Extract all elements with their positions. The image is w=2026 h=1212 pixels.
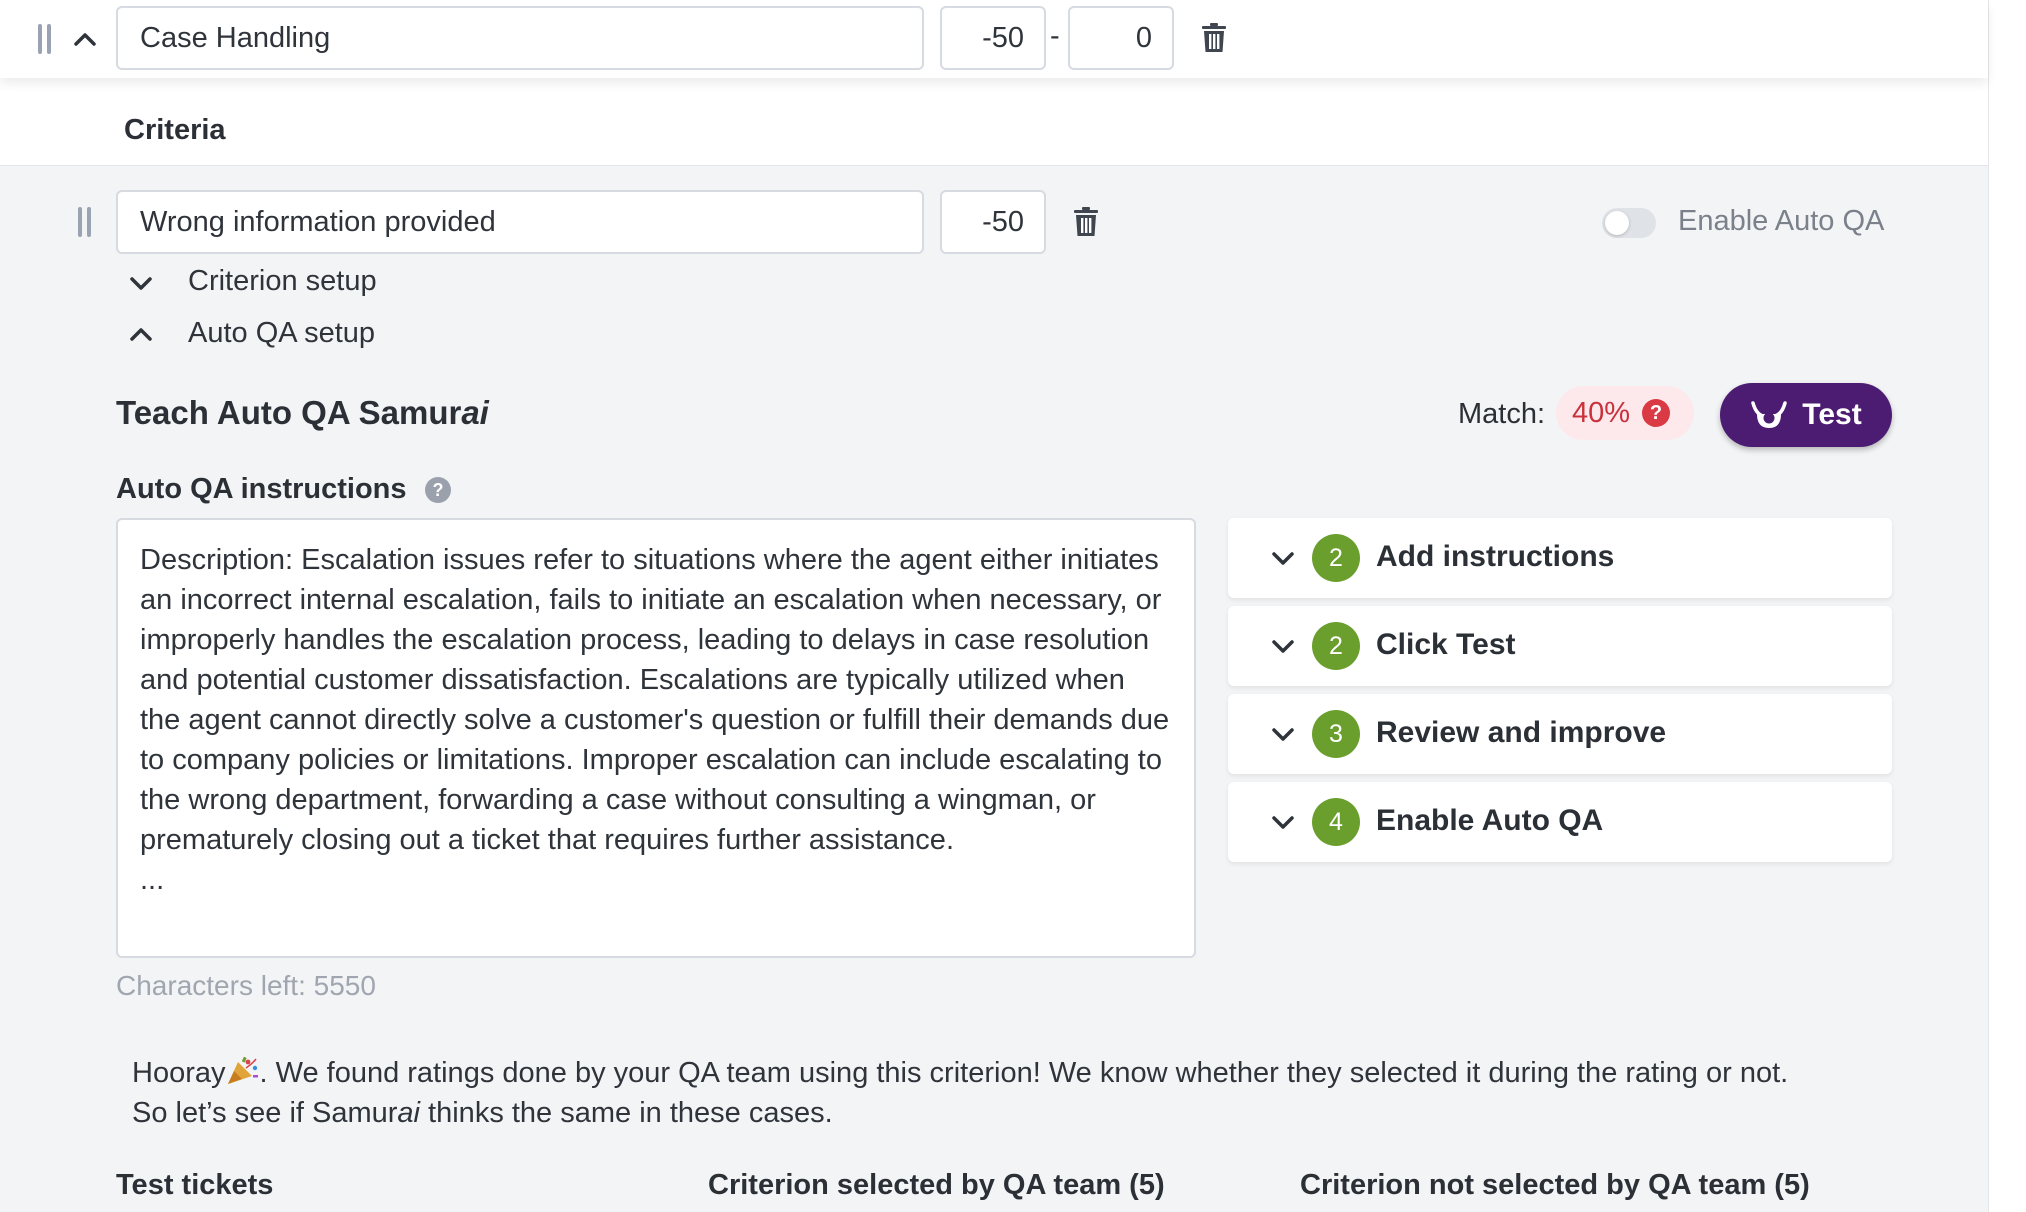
step-label: Review and improve [1376,716,1667,749]
step-number: 2 [1312,622,1360,670]
characters-left-counter: Characters left: 5550 [116,970,376,1001]
collapse-category-chevron-up-icon[interactable] [70,24,100,54]
toggle-knob [1605,211,1629,235]
criterion-setup-chevron-down-icon[interactable] [126,268,156,298]
category-name-value: Case Handling [140,21,331,54]
party-popper-icon [227,1056,258,1084]
match-badge: 40% ? [1556,386,1694,440]
hooray-text-5: thinks the same in these cases. [420,1097,833,1129]
delete-criterion-trash-icon[interactable] [1073,207,1099,237]
auto-qa-setup-toggle[interactable]: Auto QA setup [188,317,375,350]
category-name-input[interactable]: Case Handling [116,6,924,70]
criterion-drag-handle-icon[interactable] [78,207,92,237]
page-right-gutter [1988,0,2026,1212]
test-tickets-heading: Test tickets [116,1169,274,1201]
hooray-text-4: ai [397,1097,420,1129]
hooray-text-1: Hooray [132,1057,226,1089]
hooray-message: Hooray . We found ratings done by your Q… [132,1053,1952,1133]
step-add-instructions[interactable]: 2 Add instructions [1228,518,1892,598]
step-review-and-improve[interactable]: 3 Review and improve [1228,694,1892,774]
teach-auto-qa-title: Teach Auto QA Samurai [116,394,489,432]
category-min-score-value: -50 [982,21,1024,54]
criteria-section-title: Criteria [124,114,226,146]
criterion-not-selected-heading: Criterion not selected by QA team (5) [1300,1169,1810,1201]
chevron-down-icon [1272,816,1294,829]
step-click-test[interactable]: 2 Click Test [1228,606,1892,686]
criterion-name-input[interactable]: Wrong information provided [116,190,924,254]
criteria-header-band [0,78,1988,166]
step-number: 2 [1312,534,1360,582]
auto-qa-instructions-textarea[interactable]: Description: Escalation issues refer to … [116,518,1196,958]
step-label: Add instructions [1376,540,1615,573]
chevron-down-icon [1272,640,1294,653]
match-value: 40% [1572,396,1631,429]
category-max-score-input[interactable]: 0 [1068,6,1174,70]
category-max-score-value: 0 [1135,21,1152,54]
hooray-text-2: . We found ratings done by your QA team … [259,1057,1789,1089]
enable-auto-qa-label: Enable Auto QA [1678,205,1885,237]
chevron-down-icon [1272,552,1294,565]
step-number: 3 [1312,710,1360,758]
enable-auto-qa-toggle[interactable] [1602,208,1656,238]
auto-qa-setup-chevron-up-icon[interactable] [126,319,156,349]
step-label: Enable Auto QA [1376,804,1604,837]
teach-title-suffix: ai [461,394,489,431]
hooray-text-3: So let’s see if Samur [132,1097,398,1129]
criterion-selected-heading: Criterion selected by QA team (5) [708,1169,1165,1201]
score-range-separator: - [1050,20,1060,52]
instructions-help-icon[interactable]: ? [425,477,451,503]
step-enable-auto-qa[interactable]: 4 Enable Auto QA [1228,782,1892,862]
step-label: Click Test [1376,628,1516,661]
category-row: Case Handling -50 - 0 [0,0,1988,78]
test-button[interactable]: Test [1720,383,1892,447]
criterion-name-value: Wrong information provided [140,205,496,238]
match-help-icon[interactable]: ? [1642,399,1670,427]
chevron-down-icon [1272,728,1294,741]
criterion-score-input[interactable]: -50 [940,190,1046,254]
category-min-score-input[interactable]: -50 [940,6,1046,70]
test-button-label: Test [1802,398,1862,431]
teach-title-prefix: Teach Auto QA Samur [116,394,462,431]
step-number: 4 [1312,798,1360,846]
category-drag-handle-icon[interactable] [38,24,52,54]
samurai-helmet-icon [1751,401,1788,428]
criterion-setup-toggle[interactable]: Criterion setup [188,265,377,298]
match-label: Match: [1458,398,1546,430]
auto-qa-instructions-label: Auto QA instructions [116,473,407,505]
delete-category-trash-icon[interactable] [1201,23,1227,53]
criterion-score-value: -50 [982,205,1024,238]
